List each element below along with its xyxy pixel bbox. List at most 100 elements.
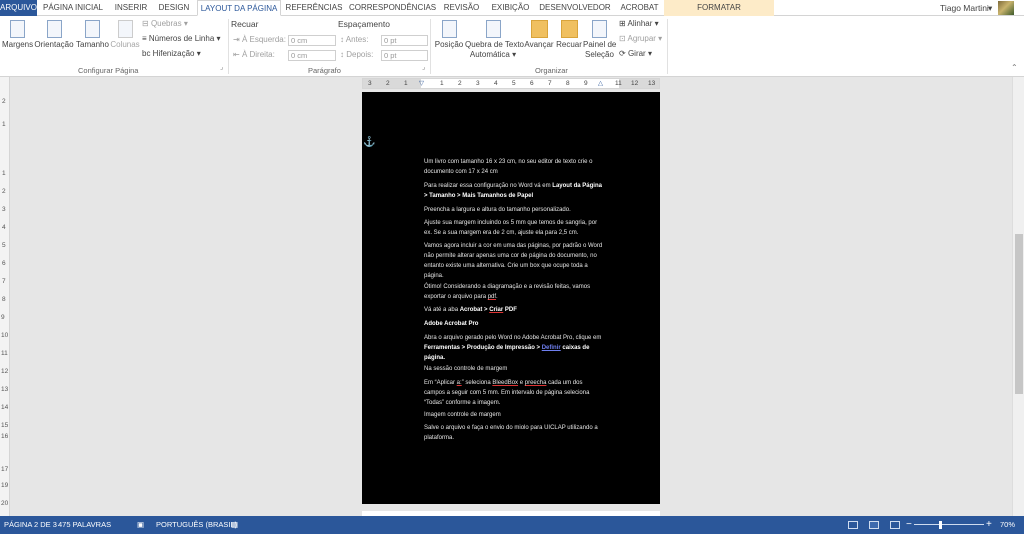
hifenizacao-button[interactable]: bc Hifenização ▾ [142, 48, 201, 60]
indent-marker-icon[interactable]: ▽ [419, 79, 424, 88]
orientation-icon [46, 20, 62, 38]
ruler-tick-label: 6 [530, 80, 534, 87]
right-indent-marker-icon[interactable]: △ [598, 79, 603, 88]
espacamento-heading: Espaçamento [338, 19, 390, 29]
ruler-tick-label: 4 [494, 80, 498, 87]
vertical-scrollbar[interactable] [1012, 77, 1024, 516]
spacing-before-label: ↕ Antes: [340, 34, 368, 46]
indent-right-input[interactable]: 0 cm [288, 50, 336, 61]
painel-selecao-button[interactable]: Painel de Seleção [583, 20, 616, 60]
scrollbar-thumb[interactable] [1015, 234, 1023, 394]
doc-paragraph[interactable]: Vamos agora incluir a cor em uma das pág… [424, 241, 604, 281]
doc-text-misspelled: BleedBox [492, 380, 519, 386]
doc-heading[interactable]: Adobe Acrobat Pro [424, 319, 604, 329]
bring-forward-icon [530, 20, 548, 38]
doc-paragraph[interactable]: Salve o arquivo e faça o envio do miolo … [424, 423, 604, 443]
tab-formatar[interactable]: FORMATAR [664, 0, 774, 16]
avancar-button[interactable]: Avançar [523, 20, 555, 50]
doc-paragraph[interactable]: Para realizar essa configuração no Word … [424, 181, 604, 201]
ruler-tick-label: 1 [404, 80, 408, 87]
tab-layout-da-pagina[interactable]: LAYOUT DA PÁGINA [197, 0, 281, 16]
ruler-tick-label: 7 [2, 278, 6, 285]
doc-paragraph[interactable]: Preencha a largura e altura do tamanho p… [424, 205, 604, 215]
doc-text: Ótimo! Considerando a diagramação e a re… [424, 284, 591, 300]
macro-icon[interactable]: ▦ [231, 516, 238, 534]
tab-desenvolvedor[interactable]: DESENVOLVEDOR [538, 0, 612, 16]
zoom-slider-thumb[interactable] [939, 521, 942, 529]
doc-paragraph[interactable]: Ajuste sua margem incluindo os 5 mm que … [424, 218, 604, 238]
girar-button[interactable]: ⟳ Girar ▾ [619, 48, 652, 60]
quebra-texto-label-1: Quebra de Texto [465, 40, 525, 49]
vertical-ruler[interactable]: 2 1 1 2 3 4 5 6 7 8 9 10 11 12 13 14 15 … [0, 77, 10, 516]
tab-arquivo[interactable]: ARQUIVO [0, 0, 37, 16]
doc-paragraph[interactable]: Um livro com tamanho 16 x 23 cm, no seu … [424, 157, 604, 177]
paragrafo-dialog-launcher-icon[interactable]: ⌟ [422, 62, 425, 74]
tab-exibicao[interactable]: EXIBIÇÃO [489, 0, 532, 16]
language[interactable]: PORTUGUÊS (BRASIL) [156, 516, 237, 534]
tab-acrobat[interactable]: ACROBAT [617, 0, 662, 16]
quebra-texto-button[interactable]: Quebra de Texto Automática ▾ [465, 20, 525, 60]
ruler-tick-label: 9 [1, 314, 5, 321]
spacing-before-input[interactable]: 0 pt [381, 35, 428, 46]
alinhar-button[interactable]: ⊞ Alinhar ▾ [619, 18, 659, 30]
user-menu-caret[interactable]: ▾ [988, 0, 992, 16]
indent-left-input[interactable]: 0 cm [288, 35, 336, 46]
zoom-in-button[interactable]: + [986, 516, 992, 534]
horizontal-ruler[interactable]: 3 2 1 ▽ 1 2 3 4 5 6 7 8 9 △ 11 12 13 [362, 78, 660, 89]
zoom-slider[interactable] [914, 524, 984, 525]
posicao-button[interactable]: Posição [434, 20, 464, 50]
word-count[interactable]: 475 PALAVRAS [58, 516, 111, 534]
doc-paragraph[interactable]: Na sessão controle de margem [424, 364, 604, 374]
avatar[interactable] [998, 1, 1014, 15]
doc-text-bold: Criar [489, 307, 504, 313]
tab-pagina-inicial[interactable]: PÁGINA INICIAL [40, 0, 106, 16]
anchor-icon[interactable]: ⚓ [363, 137, 375, 148]
numeros-linha-label: Números de Linha [148, 34, 215, 43]
zoom-level[interactable]: 70% [1000, 516, 1015, 534]
spacing-before-text: Antes: [345, 35, 369, 44]
user-name[interactable]: Tiago Martini [940, 0, 989, 16]
doc-text: ” seleciona [461, 380, 493, 386]
print-layout-icon[interactable] [869, 521, 879, 529]
breaks-icon: ⊟ [142, 19, 151, 28]
doc-paragraph[interactable]: Imagem controle de margem [424, 410, 604, 420]
numeros-linha-button[interactable]: ≡ Números de Linha ▾ [142, 33, 221, 45]
margens-button[interactable]: Margens [2, 20, 33, 50]
indent-left-text: À Esquerda: [241, 35, 286, 44]
orientacao-button[interactable]: Orientação [34, 20, 74, 50]
tab-correspondencias[interactable]: CORRESPONDÊNCIAS [349, 0, 436, 16]
spacing-after-input[interactable]: 0 pt [381, 50, 428, 61]
doc-paragraph[interactable]: Vá até a aba Acrobat > Criar PDF [424, 305, 604, 315]
doc-paragraph[interactable]: Abra o arquivo gerado pelo Word no Adobe… [424, 333, 604, 363]
doc-text-bold: Definir [541, 345, 561, 351]
recuar-button[interactable]: Recuar [556, 20, 582, 50]
hyphenation-icon: bc [142, 49, 153, 58]
ribbon: Margens Orientação Tamanho Colunas ⊟ Que… [0, 16, 1024, 77]
tab-referencias[interactable]: REFERÊNCIAS [285, 0, 343, 16]
agrupar-button[interactable]: ⊡ Agrupar ▾ [619, 33, 662, 45]
configurar-dialog-launcher-icon[interactable]: ⌟ [220, 62, 223, 74]
web-layout-icon[interactable] [890, 521, 900, 529]
ruler-tick-label: 17 [1, 466, 9, 473]
ribbon-tab-bar: ARQUIVO PÁGINA INICIAL INSERIR DESIGN LA… [0, 0, 1024, 16]
colunas-button[interactable]: Colunas [110, 20, 140, 50]
doc-paragraph[interactable]: Ótimo! Considerando a diagramação e a re… [424, 282, 604, 302]
tab-inserir[interactable]: INSERIR [112, 0, 150, 16]
tab-revisao[interactable]: REVISÃO [440, 0, 483, 16]
tab-design[interactable]: DESIGN [155, 0, 193, 16]
quebras-button[interactable]: ⊟ Quebras ▾ [142, 18, 188, 30]
doc-paragraph[interactable]: Em “Aplicar a:” seleciona BleedBox e pre… [424, 378, 604, 408]
proofing-icon[interactable]: ▣ [137, 516, 144, 534]
group-divider [228, 19, 229, 74]
agrupar-label: Agrupar [627, 34, 656, 43]
ruler-tick-label: 1 [2, 121, 6, 128]
collapse-ribbon-icon[interactable]: ⌃ [1011, 62, 1018, 74]
ruler-tick-label: 16 [1, 433, 9, 440]
zoom-out-button[interactable]: − [906, 516, 912, 534]
group-divider [667, 19, 668, 74]
avancar-label: Avançar [524, 40, 554, 49]
ruler-tick-label: 1 [440, 80, 444, 87]
tamanho-button[interactable]: Tamanho [76, 20, 109, 50]
page-count[interactable]: PÁGINA 2 DE 3 [4, 516, 57, 534]
read-mode-icon[interactable] [848, 521, 858, 529]
